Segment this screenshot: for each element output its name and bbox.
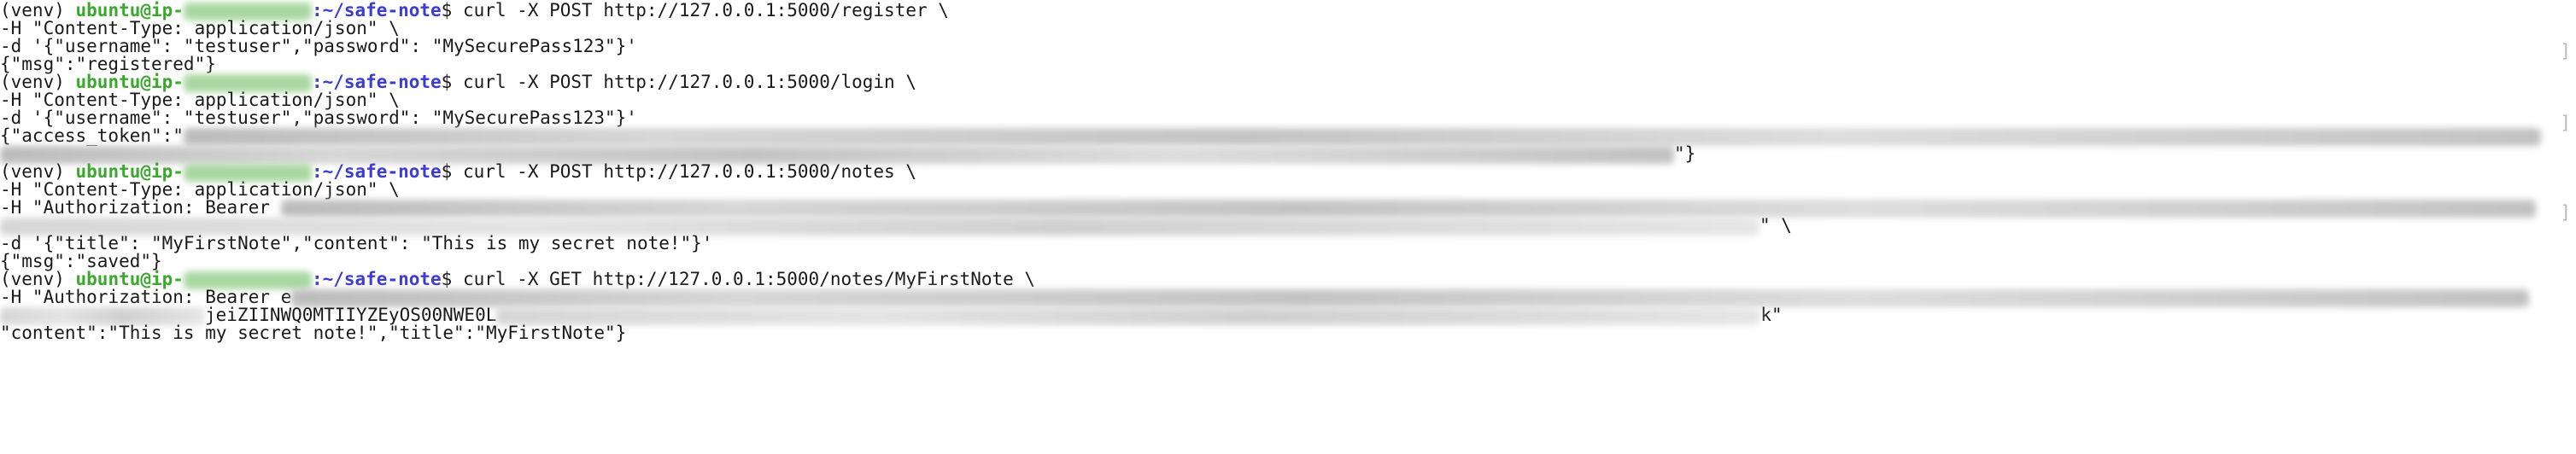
login-token-line: {"access_token":" — [0, 125, 2541, 146]
token-suffix: "} — [1674, 143, 1696, 164]
command-post-notes: curl -X POST http://127.0.0.1:5000/notes… — [462, 161, 916, 182]
auth-prefix: -H "Authorization: Bearer — [0, 197, 281, 218]
cwd-path: :~/safe-note — [311, 269, 442, 289]
get-auth-header-cont: jeiZIINWQ0MTIIYZEyOS00NWE0L k" — [0, 305, 1783, 325]
command-register: curl -X POST http://127.0.0.1:5000/regis… — [462, 0, 949, 20]
redacted-bearer-token — [280, 199, 2536, 218]
saved-response: {"msg":"saved"} — [0, 251, 162, 271]
token-prefix: {"access_token":" — [0, 125, 184, 146]
auth-cont-tail: k" — [1760, 305, 1783, 325]
terminal-window[interactable]: (venv) ubuntu@ip-:~/safe-note$ curl -X P… — [0, 0, 2576, 454]
redacted-bearer-token-cont — [496, 306, 1761, 325]
final-response: "content":"This is my secret note!","tit… — [0, 323, 627, 343]
prompt-dollar: $ — [441, 72, 463, 92]
auth-header-cont: " \ — [0, 215, 1792, 236]
command-get-note: curl -X GET http://127.0.0.1:5000/notes/… — [462, 269, 1036, 289]
prompt-dollar: $ — [441, 269, 463, 289]
auth-cont-tail: " \ — [1759, 215, 1792, 236]
register-response: {"msg":"registered"} — [0, 54, 216, 74]
terminal-bracket-mark: ] — [2560, 202, 2571, 223]
command-login: curl -X POST http://127.0.0.1:5000/login… — [462, 72, 916, 92]
get-auth-header-line: -H "Authorization: Bearer e — [0, 288, 2530, 307]
prompt-dollar: $ — [441, 161, 463, 182]
redacted-token — [183, 127, 2541, 146]
login-body: -d '{"username": "testuser","password": … — [0, 108, 637, 128]
terminal-bracket-mark: ] — [2560, 113, 2571, 133]
header-content-type: -H "Content-Type: application/json" \ — [0, 179, 400, 200]
prompt-line-register: (venv) ubuntu@ip-:~/safe-note$ curl -X P… — [0, 2, 949, 20]
register-body: -d '{"username": "testuser","password": … — [0, 36, 637, 56]
prompt-dollar: $ — [441, 0, 463, 20]
header-content-type: -H "Content-Type: application/json" \ — [0, 90, 400, 110]
header-content-type: -H "Content-Type: application/json" \ — [0, 18, 400, 38]
redacted-bearer-token — [291, 288, 2530, 307]
note-body: -d '{"title": "MyFirstNote","content": "… — [0, 233, 713, 253]
terminal-bracket-mark: ] — [2560, 41, 2571, 61]
auth-header-line: -H "Authorization: Bearer — [0, 197, 2536, 218]
login-token-cont: "} — [0, 143, 1696, 164]
prompt-line-get-note: (venv) ubuntu@ip-:~/safe-note$ curl -X G… — [0, 269, 1036, 289]
prompt-line-post-notes: (venv) ubuntu@ip-:~/safe-note$ curl -X P… — [0, 161, 916, 182]
prompt-line-login: (venv) ubuntu@ip-:~/safe-note$ curl -X P… — [0, 72, 916, 92]
